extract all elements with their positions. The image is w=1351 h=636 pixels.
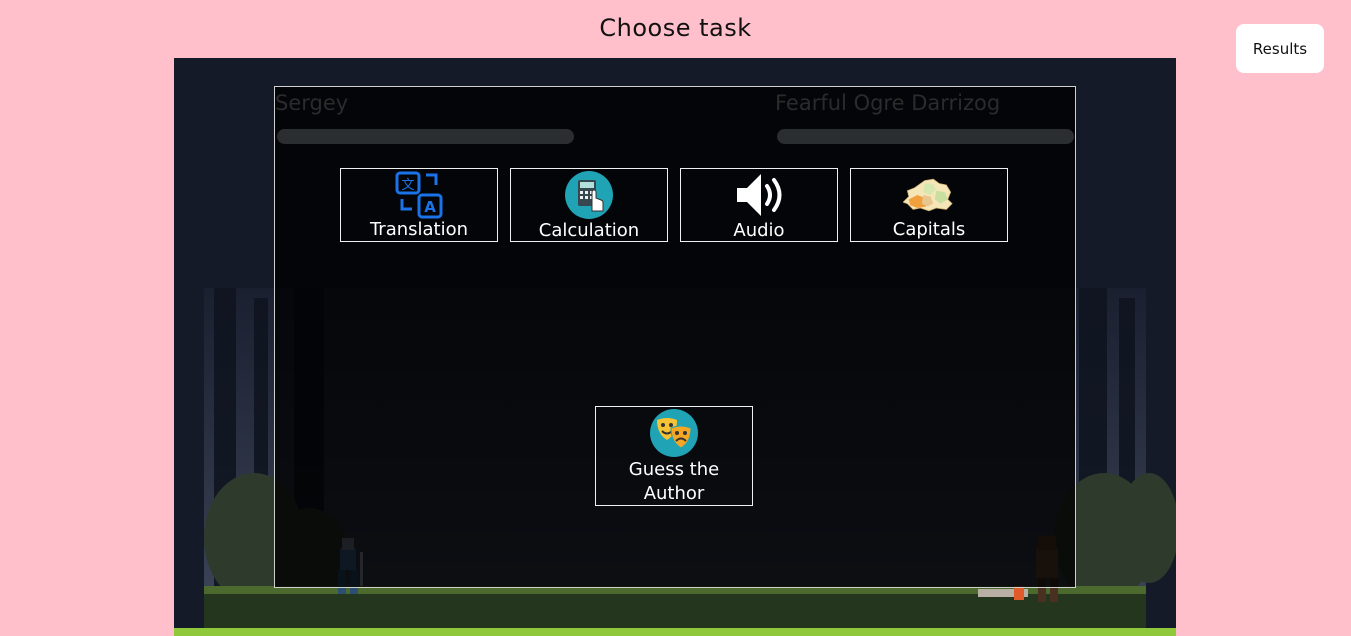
task-label: Guess the Author <box>628 459 720 504</box>
task-label: Calculation <box>538 220 640 241</box>
map-icon <box>903 170 955 219</box>
game-scene: Sergey Fearful Ogre Darrizog 文 A Transla… <box>174 58 1176 636</box>
results-button[interactable]: Results <box>1236 24 1324 73</box>
enemy-name: Fearful Ogre Darrizog <box>775 91 1001 115</box>
speaker-icon <box>733 170 785 220</box>
task-calculation-button[interactable]: Calculation <box>510 168 668 242</box>
calculator-icon <box>563 170 615 220</box>
task-guess-author-button[interactable]: Guess the Author <box>595 406 753 506</box>
translate-icon: 文 A <box>393 170 445 219</box>
svg-text:A: A <box>424 198 436 216</box>
task-selection-modal: Sergey Fearful Ogre Darrizog 文 A Transla… <box>274 86 1076 588</box>
task-label: Audio <box>733 220 785 241</box>
page-title: Choose task <box>599 14 752 42</box>
enemy-health-bar <box>777 129 1074 144</box>
player-health-bar <box>277 129 574 144</box>
task-capitals-button[interactable]: Capitals <box>850 168 1008 242</box>
svg-text:文: 文 <box>401 178 414 193</box>
task-translation-button[interactable]: 文 A Translation <box>340 168 498 242</box>
task-label: Translation <box>369 219 469 240</box>
task-audio-button[interactable]: Audio <box>680 168 838 242</box>
player-name: Sergey <box>275 91 349 115</box>
theater-masks-icon <box>648 408 700 458</box>
task-label: Capitals <box>892 219 966 240</box>
